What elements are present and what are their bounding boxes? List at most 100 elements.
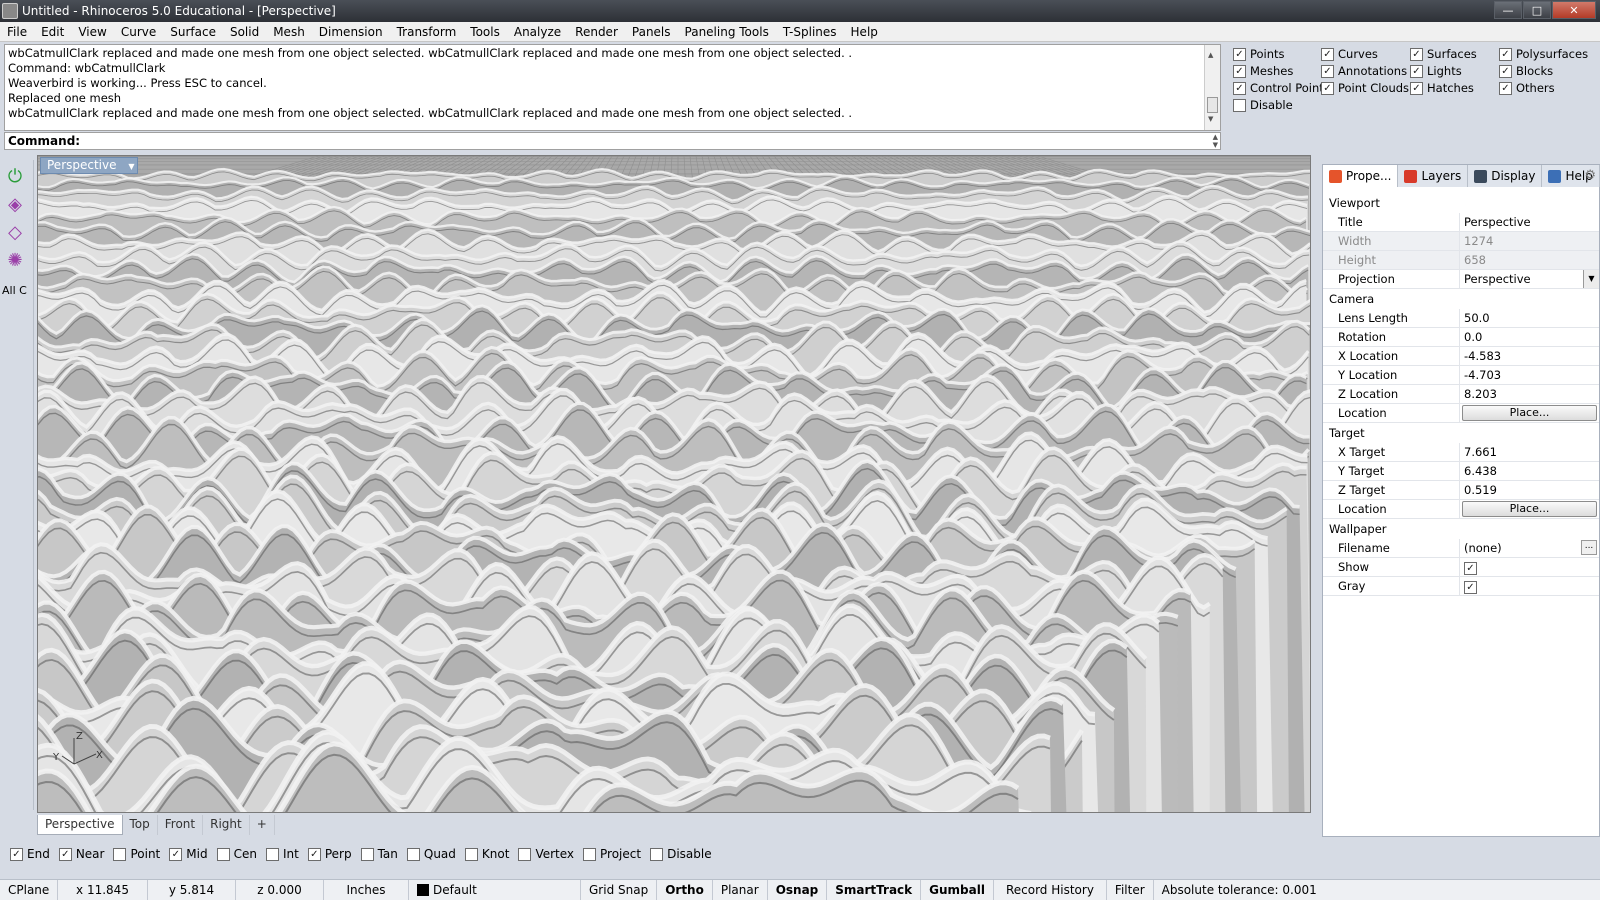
camera-place-button[interactable]: Place... <box>1462 405 1597 421</box>
surface-icon[interactable]: ◇ <box>3 222 27 244</box>
osnap-checkbox[interactable] <box>360 847 374 861</box>
planar-toggle[interactable]: Planar <box>713 879 768 900</box>
filter-polysurfaces[interactable]: ✓ Polysurfaces <box>1499 46 1588 62</box>
menu-edit[interactable]: Edit <box>34 25 71 39</box>
filter-checkbox[interactable]: ✓ <box>1233 81 1246 95</box>
box-icon[interactable]: ◈ <box>3 194 27 216</box>
close-button[interactable]: ✕ <box>1552 1 1596 19</box>
filter-checkbox[interactable]: ✓ <box>1321 81 1334 95</box>
prop-row-x-target[interactable]: X Target 7.661 <box>1323 443 1599 462</box>
osnap-checkbox[interactable]: ✓ <box>58 847 72 861</box>
units-indicator[interactable]: Inches <box>324 879 409 900</box>
power-icon[interactable]: ⏻ <box>3 166 27 188</box>
projection-select[interactable]: Perspective ▼ <box>1460 270 1599 289</box>
filter-checkbox[interactable]: ✓ <box>1499 47 1512 61</box>
menu-panels[interactable]: Panels <box>625 25 678 39</box>
osnap-checkbox[interactable]: ✓ <box>169 847 183 861</box>
panel-tab-display[interactable]: Display <box>1468 165 1543 187</box>
prop-row-show[interactable]: Show ✓ <box>1323 558 1599 577</box>
cplane-indicator[interactable]: CPlane <box>0 879 58 900</box>
osnap-checkbox[interactable]: ✓ <box>307 847 321 861</box>
filter-points[interactable]: ✓ Points <box>1233 46 1285 62</box>
menu-transform[interactable]: Transform <box>390 25 464 39</box>
show-checkbox[interactable]: ✓ <box>1464 562 1477 575</box>
filter-point-clouds[interactable]: ✓ Point Clouds <box>1321 80 1409 96</box>
osnap-disable[interactable]: Disable <box>650 847 712 861</box>
menu-solid[interactable]: Solid <box>223 25 266 39</box>
filter-checkbox[interactable]: ✓ <box>1321 47 1334 61</box>
grid-snap-toggle[interactable]: Grid Snap <box>581 879 658 900</box>
rhino-app-icon[interactable] <box>2 3 18 19</box>
osnap-end[interactable]: ✓ End <box>10 847 50 861</box>
smarttrack-toggle[interactable]: SmartTrack <box>827 879 922 900</box>
perspective-viewport[interactable]: Z Y X Perspective ▼ <box>37 155 1311 813</box>
filter-checkbox[interactable]: ✓ <box>1410 81 1423 95</box>
viewport-tab-front[interactable]: Front <box>158 815 204 835</box>
prop-value[interactable]: 7.661 <box>1460 443 1599 462</box>
filter-others[interactable]: ✓ Others <box>1499 80 1555 96</box>
filter-checkbox[interactable]: ✓ <box>1321 64 1334 78</box>
filter-annotations[interactable]: ✓ Annotations <box>1321 63 1407 79</box>
osnap-cen[interactable]: Cen <box>216 847 257 861</box>
osnap-knot[interactable]: Knot <box>464 847 509 861</box>
menu-mesh[interactable]: Mesh <box>266 25 312 39</box>
record-history-toggle[interactable]: Record History <box>994 879 1107 900</box>
viewport-tab-top[interactable]: Top <box>123 815 158 835</box>
browse-button[interactable]: ... <box>1581 540 1597 555</box>
viewport-title-tab[interactable]: Perspective ▼ <box>40 157 138 174</box>
chevron-down-icon[interactable]: ▼ <box>128 159 134 174</box>
osnap-checkbox[interactable] <box>406 847 420 861</box>
menu-dimension[interactable]: Dimension <box>312 25 390 39</box>
filter-disable[interactable]: Disable <box>1233 97 1293 113</box>
menu-t-splines[interactable]: T-Splines <box>776 25 844 39</box>
osnap-point[interactable]: Point <box>113 847 160 861</box>
osnap-tan[interactable]: Tan <box>360 847 398 861</box>
osnap-mid[interactable]: ✓ Mid <box>169 847 208 861</box>
gear-icon[interactable]: ⚙ <box>1584 168 1596 183</box>
menu-analyze[interactable]: Analyze <box>507 25 568 39</box>
prop-value[interactable]: 8.203 <box>1460 385 1599 404</box>
osnap-quad[interactable]: Quad <box>406 847 456 861</box>
all-commands-button[interactable]: All C <box>2 284 27 297</box>
filter-checkbox[interactable]: ✓ <box>1499 64 1512 78</box>
prop-row-z-location[interactable]: Z Location 8.203 <box>1323 385 1599 404</box>
osnap-checkbox[interactable] <box>518 847 532 861</box>
osnap-toggle[interactable]: Osnap <box>768 879 828 900</box>
filter-meshes[interactable]: ✓ Meshes <box>1233 63 1293 79</box>
menu-surface[interactable]: Surface <box>163 25 223 39</box>
filter-checkbox[interactable]: ✓ <box>1410 47 1423 61</box>
panel-tab-layers[interactable]: Layers <box>1398 165 1469 187</box>
filter-checkbox[interactable]: ✓ <box>1233 64 1246 78</box>
prop-row-y-target[interactable]: Y Target 6.438 <box>1323 462 1599 481</box>
osnap-checkbox[interactable] <box>650 847 664 861</box>
layer-indicator[interactable]: Default <box>409 879 581 900</box>
filter-control-points[interactable]: ✓ Control Points <box>1233 80 1330 96</box>
prop-value[interactable]: 50.0 <box>1460 309 1599 328</box>
viewport-tab-add[interactable]: + <box>250 815 275 835</box>
osnap-project[interactable]: Project <box>583 847 641 861</box>
menu-view[interactable]: View <box>71 25 113 39</box>
filter-checkbox[interactable]: ✓ <box>1233 47 1246 61</box>
filter-curves[interactable]: ✓ Curves <box>1321 46 1378 62</box>
menu-file[interactable]: File <box>0 25 34 39</box>
prop-row-x-location[interactable]: X Location -4.583 <box>1323 347 1599 366</box>
prop-value[interactable]: 6.438 <box>1460 462 1599 481</box>
osnap-checkbox[interactable] <box>113 847 127 861</box>
osnap-near[interactable]: ✓ Near <box>58 847 104 861</box>
osnap-checkbox[interactable] <box>216 847 230 861</box>
prop-value[interactable]: -4.583 <box>1460 347 1599 366</box>
gray-checkbox[interactable]: ✓ <box>1464 581 1477 594</box>
command-history-scrollbar[interactable]: ▲ ▼ <box>1204 45 1220 130</box>
prop-row-lens-length[interactable]: Lens Length 50.0 <box>1323 309 1599 328</box>
viewport-canvas[interactable]: Z Y X <box>38 156 1311 813</box>
gear-cluster-icon[interactable]: ✺ <box>3 250 27 272</box>
menu-help[interactable]: Help <box>844 25 885 39</box>
prop-value[interactable]: 0.519 <box>1460 481 1599 500</box>
osnap-checkbox[interactable] <box>583 847 597 861</box>
ortho-toggle[interactable]: Ortho <box>657 879 713 900</box>
filter-lights[interactable]: ✓ Lights <box>1410 63 1462 79</box>
prop-row-title[interactable]: Title Perspective <box>1323 213 1599 232</box>
prop-row-rotation[interactable]: Rotation 0.0 <box>1323 328 1599 347</box>
prop-row-y-location[interactable]: Y Location -4.703 <box>1323 366 1599 385</box>
scroll-down-icon[interactable]: ▼ <box>1208 112 1213 127</box>
